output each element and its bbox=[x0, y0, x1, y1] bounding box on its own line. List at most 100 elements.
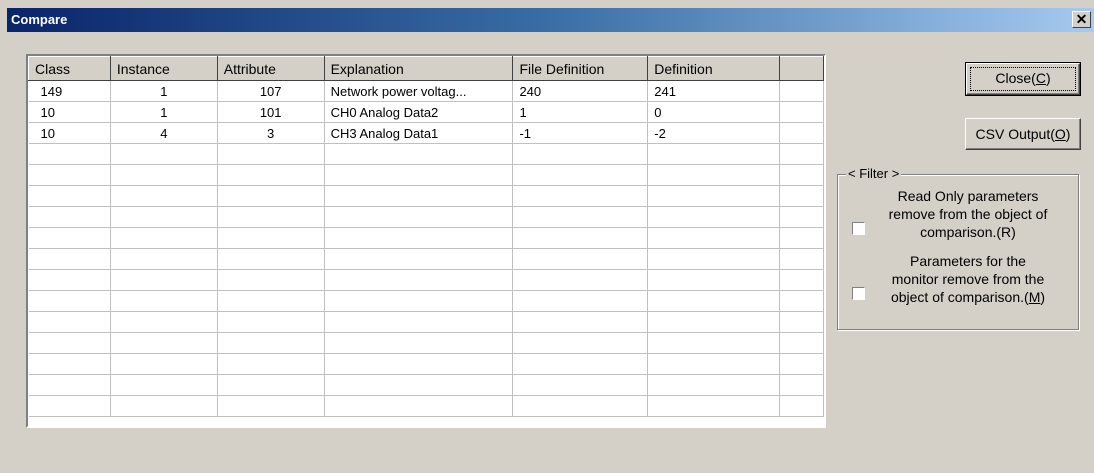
table-cell bbox=[779, 332, 824, 354]
table-cell bbox=[324, 164, 514, 186]
table-cell: 149 bbox=[28, 80, 111, 102]
table-cell: 1 bbox=[110, 101, 218, 123]
monitor-label[interactable]: Parameters for the monitor remove from t… bbox=[868, 252, 1068, 306]
table-cell bbox=[217, 248, 325, 270]
close-label-text: Close( bbox=[995, 70, 1036, 86]
empty-table-row[interactable] bbox=[28, 290, 824, 312]
table-cell bbox=[779, 164, 824, 186]
table-cell bbox=[324, 332, 514, 354]
table-cell bbox=[324, 395, 514, 417]
csv-output-button[interactable]: CSV Output(O) bbox=[965, 118, 1081, 150]
column-header[interactable]: Explanation bbox=[323, 56, 514, 81]
table-cell bbox=[217, 353, 325, 375]
table-cell bbox=[779, 80, 824, 102]
column-header[interactable]: Definition bbox=[647, 56, 781, 81]
monitor-line1: Parameters for the bbox=[910, 253, 1026, 269]
column-header[interactable]: Class bbox=[28, 56, 111, 81]
table-cell bbox=[28, 227, 111, 249]
table-cell bbox=[647, 353, 781, 375]
table-cell bbox=[324, 290, 514, 312]
table-cell: 101 bbox=[217, 101, 325, 123]
close-window-icon[interactable]: ✕ bbox=[1072, 11, 1091, 28]
read-only-label[interactable]: Read Only parameters remove from the obj… bbox=[868, 187, 1068, 241]
monitor-accelerator: M bbox=[1028, 289, 1041, 305]
read-only-checkbox[interactable] bbox=[852, 222, 865, 235]
table-cell bbox=[647, 395, 781, 417]
table-cell bbox=[512, 353, 649, 375]
read-only-line1: Read Only parameters bbox=[897, 188, 1039, 204]
table-cell: 0 bbox=[647, 101, 781, 123]
table-cell bbox=[647, 269, 781, 291]
table-cell bbox=[324, 374, 514, 396]
table-cell: 240 bbox=[512, 80, 649, 102]
table-cell bbox=[28, 311, 111, 333]
table-cell bbox=[110, 290, 218, 312]
read-only-line2: remove from the object of bbox=[888, 206, 1048, 222]
table-cell: 10 bbox=[28, 122, 111, 144]
empty-table-row[interactable] bbox=[28, 206, 824, 228]
table-cell bbox=[512, 290, 649, 312]
table-row[interactable]: 149 1 107 Network power voltag... 240 241 bbox=[28, 80, 824, 102]
column-header[interactable] bbox=[779, 56, 824, 81]
table-cell bbox=[324, 206, 514, 228]
table-cell bbox=[217, 185, 325, 207]
dialog-body: Class Instance Attribute Explanation File De… bbox=[7, 32, 1094, 473]
table-cell bbox=[110, 206, 218, 228]
table-cell bbox=[28, 206, 111, 228]
table-cell: 107 bbox=[217, 80, 325, 102]
compare-table[interactable]: Class Instance Attribute Explanation File De… bbox=[26, 54, 826, 428]
table-cell bbox=[512, 269, 649, 291]
empty-table-row[interactable] bbox=[28, 374, 824, 396]
table-cell bbox=[779, 290, 824, 312]
table-cell bbox=[28, 353, 111, 375]
empty-table-row[interactable] bbox=[28, 269, 824, 291]
close-label-suffix: ) bbox=[1045, 70, 1051, 86]
table-cell bbox=[217, 206, 325, 228]
empty-table-row[interactable] bbox=[28, 395, 824, 417]
table-cell bbox=[647, 248, 781, 270]
empty-table-row[interactable] bbox=[28, 143, 824, 165]
monitor-line3-suffix: ) bbox=[1040, 289, 1046, 305]
table-cell: 1 bbox=[110, 80, 218, 102]
table-cell bbox=[28, 248, 111, 270]
close-button[interactable]: Close(C) bbox=[965, 62, 1081, 96]
monitor-line2: monitor remove from the bbox=[891, 271, 1045, 287]
table-cell bbox=[512, 206, 649, 228]
table-cell bbox=[647, 185, 781, 207]
monitor-checkbox[interactable] bbox=[852, 287, 865, 300]
table-cell bbox=[779, 374, 824, 396]
table-cell bbox=[217, 164, 325, 186]
table-cell bbox=[647, 143, 781, 165]
table-cell bbox=[324, 353, 514, 375]
table-cell bbox=[324, 227, 514, 249]
column-header[interactable]: Attribute bbox=[216, 56, 325, 81]
compare-dialog: Compare ✕ Class Instance Attribute Explanat… bbox=[0, 0, 1094, 473]
table-cell bbox=[779, 395, 824, 417]
empty-table-row[interactable] bbox=[28, 185, 824, 207]
table-cell bbox=[779, 269, 824, 291]
table-row[interactable]: 10 4 3 CH3 Analog Data1 -1 -2 bbox=[28, 122, 824, 144]
table-cell bbox=[217, 290, 325, 312]
empty-table-row[interactable] bbox=[28, 248, 824, 270]
table-cell bbox=[217, 374, 325, 396]
empty-table-row[interactable] bbox=[28, 332, 824, 354]
table-cell bbox=[217, 395, 325, 417]
csv-button-label: CSV Output(O) bbox=[976, 126, 1071, 142]
table-header: Class Instance Attribute Explanation File De… bbox=[28, 56, 824, 81]
table-cell bbox=[779, 143, 824, 165]
table-cell bbox=[110, 143, 218, 165]
title-bar[interactable]: Compare ✕ bbox=[7, 8, 1094, 32]
table-cell bbox=[512, 164, 649, 186]
column-header[interactable]: Instance bbox=[109, 56, 218, 81]
csv-label-suffix: ) bbox=[1065, 126, 1071, 142]
table-row[interactable]: 10 1 101 CH0 Analog Data2 1 0 bbox=[28, 101, 824, 123]
table-cell bbox=[324, 185, 514, 207]
empty-table-row[interactable] bbox=[28, 227, 824, 249]
column-header[interactable]: File Definition bbox=[512, 56, 649, 81]
empty-table-row[interactable] bbox=[28, 311, 824, 333]
table-cell bbox=[28, 395, 111, 417]
empty-table-row[interactable] bbox=[28, 353, 824, 375]
close-accelerator: C bbox=[1035, 70, 1046, 86]
close-button-label: Close(C) bbox=[995, 70, 1050, 86]
empty-table-row[interactable] bbox=[28, 164, 824, 186]
